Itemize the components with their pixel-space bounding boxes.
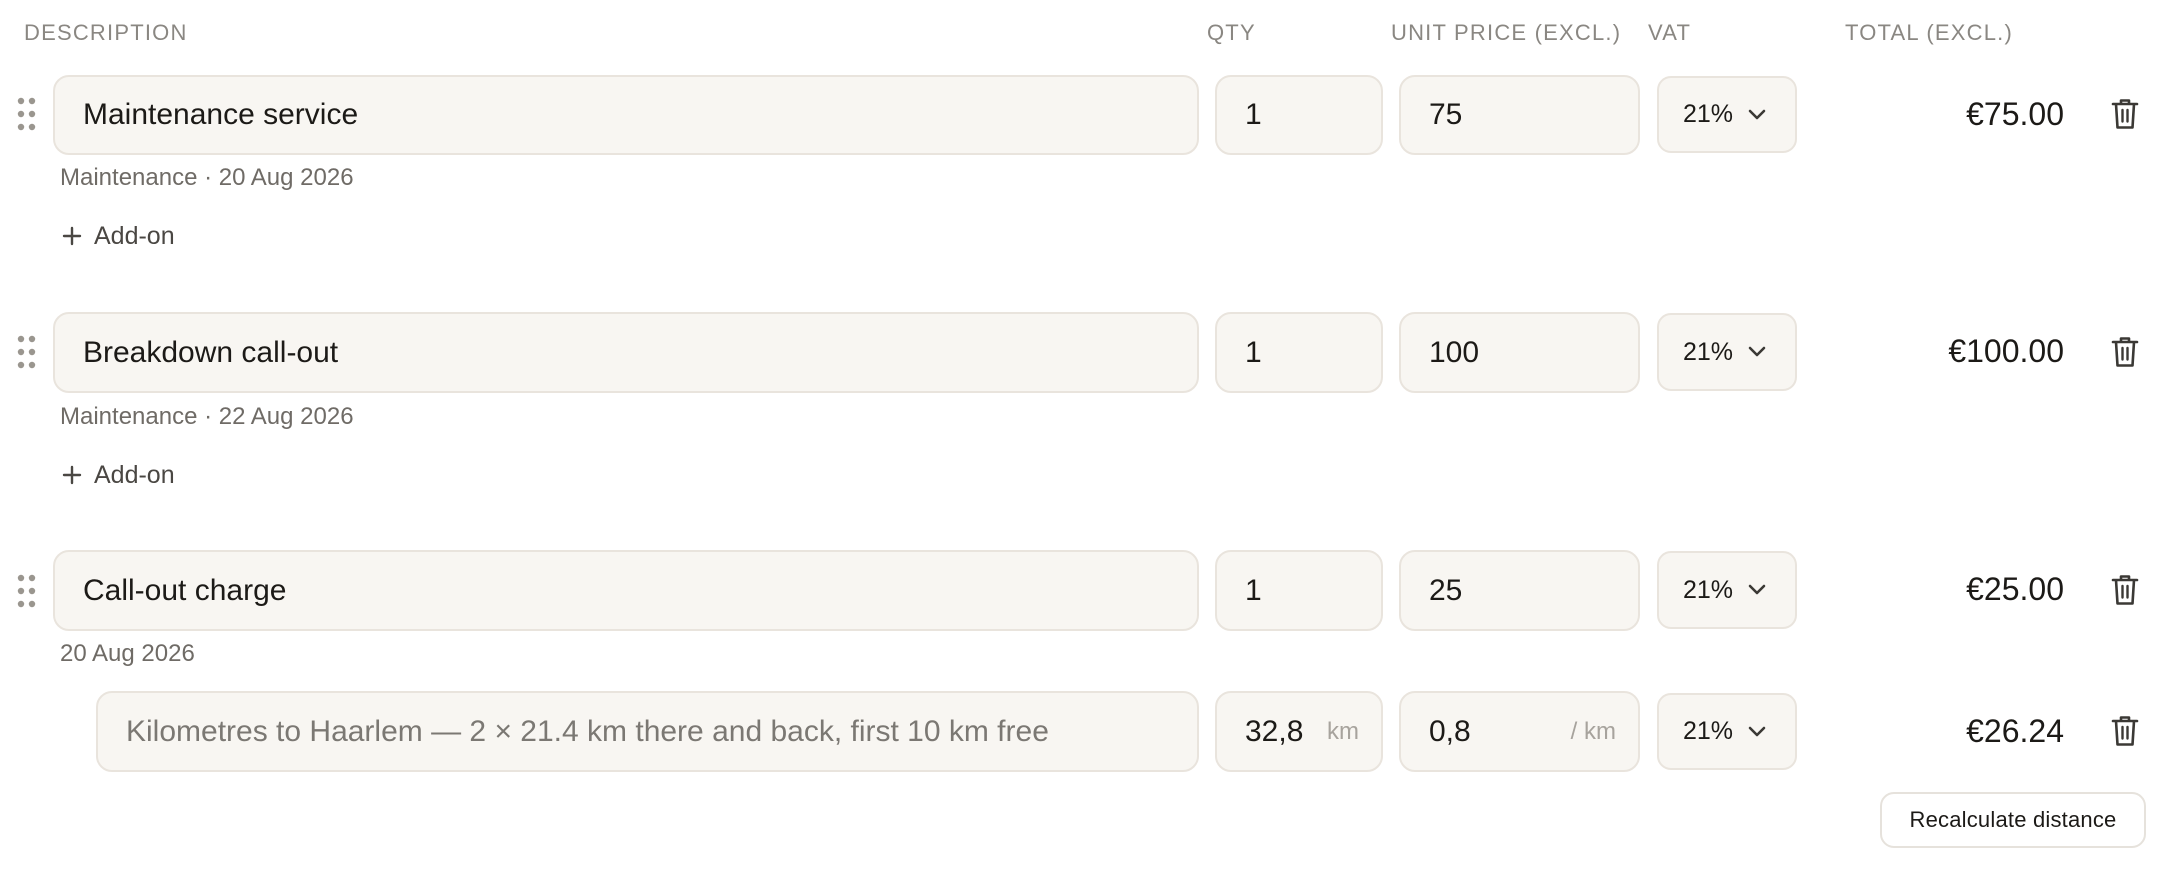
description-value: Call-out charge	[83, 573, 287, 607]
add-on-label: Add-on	[94, 222, 175, 250]
qty-unit-suffix: km	[1327, 717, 1359, 745]
line-meta: Maintenance · 22 Aug 2026	[60, 403, 354, 430]
description-value: Breakdown call-out	[83, 335, 339, 369]
line-total: €26.24	[1966, 713, 2064, 749]
description-input[interactable]: Maintenance service	[53, 75, 1199, 155]
recalculate-distance-button[interactable]: Recalculate distance	[1880, 792, 2146, 848]
chevron-down-icon	[1748, 346, 1766, 357]
add-on-button[interactable]: Add-on	[62, 460, 175, 490]
unit-price-value: 100	[1429, 335, 1480, 369]
unit-price-value: 25	[1429, 573, 1463, 607]
unit-price-input[interactable]: 100	[1399, 312, 1640, 393]
line-total: €25.00	[1966, 571, 2064, 607]
drag-handle-icon[interactable]	[16, 96, 38, 132]
add-on-label: Add-on	[94, 461, 175, 489]
qty-value: 1	[1245, 98, 1262, 131]
distance-qty-input[interactable]: 32,8 km	[1215, 691, 1383, 772]
column-header-total: TOTAL (EXCL.)	[1845, 20, 2013, 45]
description-input[interactable]: Call-out charge	[53, 550, 1199, 631]
column-header-unit-price: UNIT PRICE (EXCL.)	[1391, 20, 1622, 45]
qty-value: 1	[1245, 573, 1262, 607]
distance-qty-value: 32,8	[1245, 714, 1304, 748]
plus-icon	[62, 226, 82, 246]
distance-description-input[interactable]: Kilometres to Haarlem — 2 × 21.4 km ther…	[96, 691, 1199, 772]
distance-description-value: Kilometres to Haarlem — 2 × 21.4 km ther…	[126, 714, 1049, 748]
line-meta: Maintenance · 20 Aug 2026	[60, 164, 354, 191]
vat-select[interactable]: 21%	[1657, 551, 1797, 629]
unit-price-value: 75	[1429, 98, 1463, 131]
price-unit-suffix: / km	[1570, 717, 1616, 745]
vat-select[interactable]: 21%	[1657, 76, 1797, 153]
column-header-qty: QTY	[1207, 20, 1256, 45]
distance-price-input[interactable]: 0,8 / km	[1399, 691, 1640, 772]
vat-value: 21%	[1683, 100, 1734, 128]
qty-value: 1	[1245, 335, 1262, 369]
unit-price-input[interactable]: 25	[1399, 550, 1640, 631]
drag-handle-icon[interactable]	[16, 334, 38, 370]
trash-icon[interactable]	[2111, 715, 2139, 747]
chevron-down-icon	[1748, 109, 1766, 119]
description-input[interactable]: Breakdown call-out	[53, 312, 1199, 393]
trash-icon[interactable]	[2111, 98, 2139, 130]
chevron-down-icon	[1748, 726, 1766, 736]
qty-input[interactable]: 1	[1215, 75, 1383, 155]
vat-value: 21%	[1683, 337, 1734, 366]
vat-select[interactable]: 21%	[1657, 693, 1797, 770]
description-value: Maintenance service	[83, 98, 359, 131]
column-header-description: DESCRIPTION	[24, 20, 188, 45]
line-total: €75.00	[1966, 96, 2064, 132]
column-header-vat: VAT	[1648, 20, 1692, 45]
qty-input[interactable]: 1	[1215, 312, 1383, 393]
drag-handle-icon[interactable]	[16, 573, 38, 609]
vat-value: 21%	[1683, 575, 1734, 604]
unit-price-input[interactable]: 75	[1399, 75, 1640, 155]
plus-icon	[62, 465, 82, 485]
add-on-button[interactable]: Add-on	[62, 221, 175, 251]
qty-input[interactable]: 1	[1215, 550, 1383, 631]
vat-value: 21%	[1683, 717, 1734, 745]
line-total: €100.00	[1948, 333, 2064, 369]
trash-icon[interactable]	[2111, 336, 2139, 368]
distance-price-value: 0,8	[1429, 714, 1471, 748]
trash-icon[interactable]	[2111, 574, 2139, 606]
line-meta: 20 Aug 2026	[60, 640, 195, 667]
vat-select[interactable]: 21%	[1657, 313, 1797, 391]
chevron-down-icon	[1748, 584, 1766, 595]
